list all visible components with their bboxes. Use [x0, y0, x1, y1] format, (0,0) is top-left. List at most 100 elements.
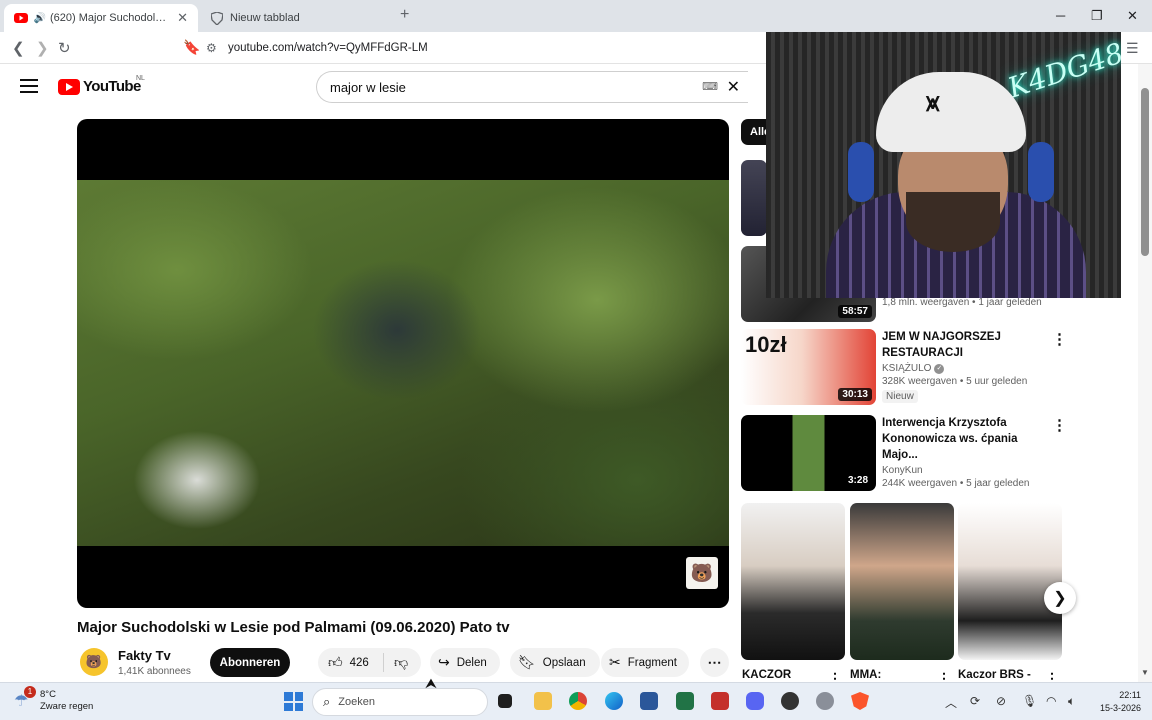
- wifi-icon[interactable]: ◠: [1046, 694, 1056, 708]
- back-icon[interactable]: ❮: [12, 39, 25, 57]
- discord-icon[interactable]: [746, 692, 764, 710]
- search-input[interactable]: major w lesie ⌨ ✕: [316, 71, 748, 103]
- video-duration: 30:13: [838, 388, 872, 401]
- like-dislike-group: 👍︎ 426 👎︎: [318, 648, 421, 677]
- scroll-down-arrow-icon[interactable]: ▼: [1141, 668, 1149, 677]
- new-badge: Nieuw: [882, 390, 918, 403]
- system-clock[interactable]: 22:11 15-3-2026: [1100, 689, 1141, 715]
- video-info[interactable]: Interwencja Krzysztofa Kononowicza ws. ć…: [882, 415, 1052, 489]
- scrollbar-thumb[interactable]: [1141, 88, 1149, 256]
- dislike-button[interactable]: 👎︎: [384, 654, 408, 671]
- share-button[interactable]: ↪ Delen: [430, 648, 500, 677]
- share-icon: ↪: [438, 654, 450, 670]
- close-tab-icon[interactable]: ✕: [177, 10, 188, 26]
- video-info[interactable]: JEM W NAJGORSZEJ RESTAURACJI KSIĄŻULO ✓ 3…: [882, 329, 1052, 403]
- weather-widget[interactable]: ☂ 1 8°C Zware regen: [14, 686, 93, 713]
- address-bar[interactable]: ⚙ youtube.com/watch?v=QyMFFdGR-LM: [206, 36, 754, 60]
- rain-cloud-icon: ☂ 1: [14, 686, 36, 711]
- short-title[interactable]: Kaczor BRS -: [958, 669, 1031, 681]
- excel-icon[interactable]: [676, 692, 694, 710]
- minimize-icon[interactable]: ─: [1056, 8, 1065, 23]
- brave-shield-icon: [210, 11, 224, 25]
- speaker-icon[interactable]: 🔊: [34, 11, 46, 25]
- video-title: JEM W NAJGORSZEJ RESTAURACJI: [882, 331, 1001, 359]
- tab-new-tab[interactable]: Nieuw tabblad: [200, 4, 388, 32]
- channel-name[interactable]: Fakty Tv: [118, 648, 171, 663]
- clip-label: Fragment: [627, 656, 677, 669]
- edge-icon[interactable]: [605, 692, 623, 710]
- short-title[interactable]: KACZOR: [742, 669, 791, 681]
- maximize-icon[interactable]: ❐: [1091, 8, 1103, 24]
- shorts-next-button[interactable]: ❯: [1044, 582, 1076, 614]
- video-stats: 1,8 mln. weergaven • 1 jaar geleden: [882, 297, 1042, 308]
- brave-icon[interactable]: [851, 692, 869, 710]
- file-explorer-icon[interactable]: [534, 692, 552, 710]
- more-options-icon[interactable]: ⋮: [1052, 416, 1067, 434]
- filter-chip-all[interactable]: Alle: [741, 119, 767, 145]
- short-thumbnail[interactable]: [850, 503, 954, 660]
- short-thumbnail[interactable]: [741, 503, 845, 660]
- site-settings-icon[interactable]: ⚙: [206, 41, 228, 55]
- obs-icon[interactable]: [781, 692, 799, 710]
- clear-search-icon[interactable]: ✕: [727, 77, 740, 97]
- subscribe-button[interactable]: Abonneren: [210, 648, 290, 677]
- cap-logo-icon: ⩙: [926, 90, 940, 117]
- hidden-icon[interactable]: ⊘: [996, 694, 1006, 708]
- clock-date: 15-3-2026: [1100, 703, 1142, 713]
- short-title[interactable]: MMA:: [850, 669, 881, 681]
- video-title: Interwencja Krzysztofa Kononowicza ws. ć…: [882, 417, 1018, 461]
- video-stats: 244K weergaven • 5 jaar geleden: [882, 478, 1030, 489]
- save-button[interactable]: 🔖︎ Opslaan: [510, 648, 600, 677]
- clip-button[interactable]: ✂ Fragment: [601, 648, 689, 677]
- scissors-icon: ✂: [609, 654, 621, 670]
- youtube-wordmark: YouTube: [83, 78, 141, 95]
- reload-icon[interactable]: ↻: [58, 39, 71, 57]
- windows-taskbar: ☂ 1 8°C Zware regen ⌕ Zoeken ︿ ⟳ ⊘ 🎙︎ ◠ …: [0, 682, 1152, 720]
- region-code: NL: [136, 75, 145, 82]
- taskbar-search-placeholder: Zoeken: [338, 696, 375, 708]
- like-button[interactable]: 👍︎ 426: [318, 653, 384, 672]
- keyboard-icon[interactable]: ⌨: [702, 80, 718, 93]
- new-tab-button[interactable]: +: [400, 6, 409, 24]
- clock-time: 22:11: [1119, 690, 1142, 700]
- thumbs-down-icon: 👎︎: [394, 654, 409, 670]
- person-beard: [906, 192, 1000, 252]
- chevron-up-icon[interactable]: ︿: [945, 694, 957, 711]
- more-actions-button[interactable]: ⋯: [700, 648, 729, 677]
- chrome-icon[interactable]: [569, 692, 587, 710]
- volume-icon[interactable]: 🔈︎: [1068, 694, 1075, 709]
- word-icon[interactable]: [640, 692, 658, 710]
- video-duration: 3:28: [843, 474, 872, 487]
- tab-title: (620) Major Suchodolski w Lesie pod Palm…: [50, 12, 171, 24]
- save-label: Opslaan: [542, 656, 586, 669]
- share-label: Delen: [456, 656, 487, 669]
- close-window-icon[interactable]: ✕: [1127, 8, 1138, 24]
- task-view-icon[interactable]: [498, 694, 512, 708]
- video-thumbnail[interactable]: [741, 160, 767, 236]
- channel-avatar[interactable]: 🐻: [80, 648, 108, 676]
- subscriber-count: 1,41K abonnees: [118, 666, 191, 677]
- video-player[interactable]: 🐻: [77, 119, 729, 608]
- tab-youtube[interactable]: 🔊 (620) Major Suchodolski w Lesie pod Pa…: [4, 4, 198, 32]
- headphone-left: [848, 142, 874, 202]
- microphone-icon[interactable]: 🎙︎: [1022, 694, 1037, 708]
- app-tray-icon[interactable]: ⟳: [970, 694, 980, 708]
- webcam-overlay: K4DG48 ⩙: [766, 32, 1121, 298]
- video-thumbnail[interactable]: 10zł 30:13: [741, 329, 876, 405]
- short-thumbnail[interactable]: [958, 503, 1062, 660]
- bookmark-icon[interactable]: 🔖: [183, 39, 200, 56]
- video-thumbnail[interactable]: 3:28: [741, 415, 876, 491]
- youtube-play-icon: [58, 78, 80, 95]
- taskbar-search[interactable]: ⌕ Zoeken: [312, 688, 488, 716]
- video-frame: [77, 180, 729, 546]
- start-button[interactable]: [284, 692, 303, 711]
- more-options-icon[interactable]: ⋮: [1052, 330, 1067, 348]
- guide-menu-icon[interactable]: [20, 79, 38, 93]
- forward-icon[interactable]: ❯: [36, 39, 49, 57]
- youtube-logo[interactable]: YouTube: [58, 78, 141, 95]
- channel-watermark-icon[interactable]: 🐻: [686, 557, 718, 589]
- browser-menu-icon[interactable]: ☰: [1126, 40, 1139, 57]
- pdf-icon[interactable]: [711, 692, 729, 710]
- notification-badge: 1: [24, 686, 36, 698]
- settings-gear-icon[interactable]: [816, 692, 834, 710]
